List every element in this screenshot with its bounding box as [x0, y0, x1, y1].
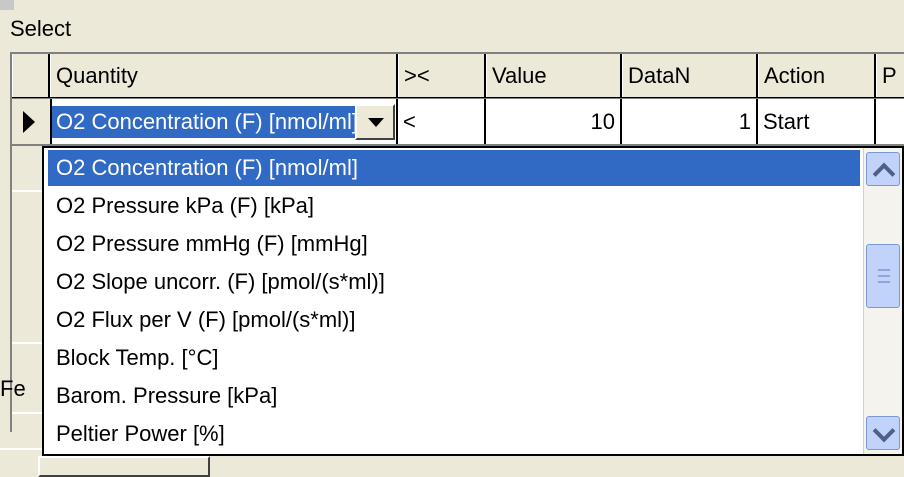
combo-dropdown-button[interactable] [355, 104, 395, 140]
datan-cell[interactable]: 1 [622, 99, 758, 144]
row-divider [12, 342, 42, 344]
scroll-up-button[interactable] [866, 152, 900, 186]
value-cell[interactable]: 10 [486, 99, 622, 144]
dropdown-scrollbar[interactable] [863, 148, 902, 454]
chevron-down-icon [872, 419, 896, 443]
quantity-cell[interactable]: O2 Concentration (F) [nmol/ml] [50, 99, 398, 144]
partial-label: Fe [0, 376, 26, 401]
dropdown-option[interactable]: O2 Slope uncorr. (F) [pmol/(s*ml)] [48, 264, 385, 300]
triangle-right-icon [23, 111, 35, 133]
extra-cell[interactable] [876, 99, 904, 144]
bottom-tab[interactable] [38, 456, 210, 477]
action-cell[interactable]: Start [758, 99, 876, 144]
header-datan[interactable]: DataN [622, 54, 758, 97]
header-corner [12, 54, 50, 97]
quantity-dropdown-list[interactable]: O2 Concentration (F) [nmol/ml] O2 Pressu… [42, 146, 904, 456]
row-divider [12, 412, 42, 414]
header-value[interactable]: Value [486, 54, 622, 97]
dropdown-option[interactable]: O2 Flux per V (F) [pmol/(s*ml)] [48, 302, 355, 338]
dropdown-option-selected[interactable]: O2 Concentration (F) [nmol/ml] [48, 150, 860, 186]
grip-line [878, 269, 890, 271]
header-action[interactable]: Action [758, 54, 876, 97]
row-indicator [12, 99, 52, 144]
dropdown-option[interactable]: O2 Pressure mmHg (F) [mmHg] [48, 226, 368, 262]
header-quantity[interactable]: Quantity [50, 54, 398, 97]
dropdown-option[interactable]: Block Temp. [°C] [48, 340, 218, 376]
dropdown-option[interactable]: Peltier Power [%] [48, 416, 225, 452]
chevron-up-icon [872, 162, 896, 186]
table-row[interactable]: O2 Concentration (F) [nmol/ml] < 10 1 St… [12, 99, 904, 145]
grid-header: Quantity >< Value DataN Action P [12, 54, 904, 98]
window-corner [0, 0, 14, 10]
row-divider [12, 190, 42, 192]
header-operator[interactable]: >< [398, 54, 486, 97]
dropdown-option[interactable]: Barom. Pressure [kPa] [48, 378, 277, 414]
operator-cell[interactable]: < [398, 99, 486, 144]
grip-line [878, 275, 890, 277]
header-extra[interactable]: P [876, 54, 904, 97]
grip-line [878, 281, 890, 283]
scroll-down-button[interactable] [866, 416, 900, 450]
group-label: Select [10, 16, 72, 41]
dropdown-option[interactable]: O2 Pressure kPa (F) [kPa] [48, 188, 314, 224]
quantity-combo-text[interactable]: O2 Concentration (F) [nmol/ml] [52, 106, 360, 138]
scroll-thumb[interactable] [866, 244, 900, 308]
